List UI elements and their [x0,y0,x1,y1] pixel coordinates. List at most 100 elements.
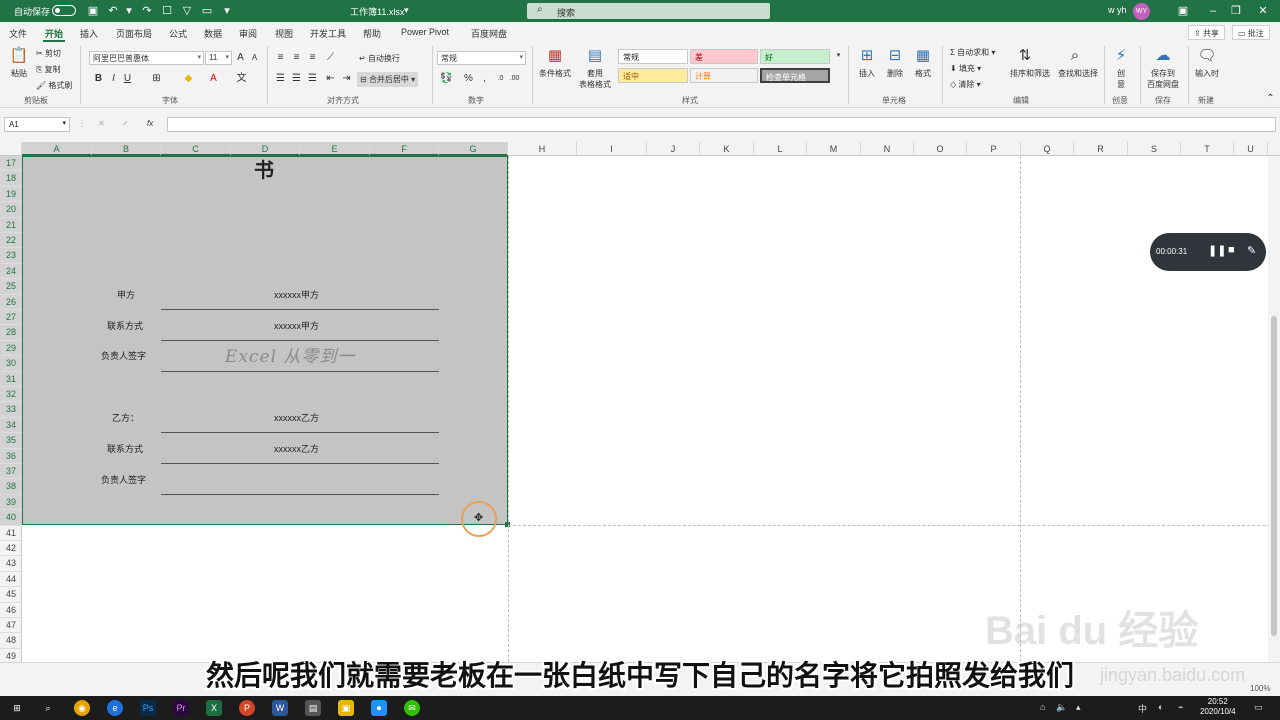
worksheet[interactable]: 书 甲方 xxxxxx甲方 联系方式 xxxxxx甲方 负责人签字 Excel … [22,156,1280,662]
comments-button[interactable]: ▭ 批注 [1232,25,1270,40]
filter-icon[interactable]: ▽ [180,4,194,18]
avatar[interactable]: WY [1133,3,1150,20]
row-header[interactable]: 40 [0,510,22,526]
powerpoint-icon[interactable]: P [239,700,255,716]
column-header[interactable]: S [1128,142,1181,156]
minimize-icon[interactable]: – [1205,3,1221,19]
tab-view[interactable]: 视图 [275,27,293,40]
name-box[interactable]: A1 ▾ [4,117,70,132]
column-header[interactable]: L [754,142,807,156]
scrollbar-thumb[interactable] [1271,316,1277,636]
style-calculation[interactable]: 计算 [690,68,758,83]
increase-indent-icon[interactable]: ⇥ [340,72,353,85]
autosave-toggle[interactable] [52,5,76,16]
system-clock[interactable]: 20:52 2020/10/4 [1200,697,1236,717]
column-header[interactable]: K [700,142,754,156]
underline-icon[interactable]: U [121,72,134,85]
select-all-corner[interactable] [0,142,22,156]
file-explorer-icon[interactable]: ▤ [305,700,321,716]
style-neutral[interactable]: 适中 [618,68,688,83]
column-header[interactable]: F [370,142,439,156]
column-header[interactable]: M [807,142,861,156]
decrease-decimal-icon[interactable]: .00 [508,72,521,85]
customize-qa-icon[interactable]: ▾ [220,4,234,18]
tab-page-layout[interactable]: 页面布局 [116,27,152,40]
pen-icon[interactable]: ✎ [1247,244,1256,257]
wechat-icon[interactable]: ✉ [404,700,420,716]
undo-dropdown-icon[interactable]: ▾ [122,4,136,18]
row-header[interactable]: 17 [0,156,22,172]
italic-icon[interactable]: I [107,72,120,85]
row-header[interactable]: 24 [0,263,22,280]
row-header[interactable]: 41 [0,526,22,541]
search-box[interactable]: ⌕ 搜索 [527,3,770,19]
borders-icon[interactable]: ⊞ [150,72,163,85]
row-header[interactable]: 19 [0,186,22,203]
restore-icon[interactable]: ❐ [1228,3,1244,19]
row-header[interactable]: 30 [0,356,22,372]
row-header[interactable]: 20 [0,202,22,218]
share-button[interactable]: ⇪ 共享 [1188,25,1225,40]
copy-button[interactable]: ⎘ 复制 [36,64,61,75]
align-right-icon[interactable]: ☰ [306,72,319,85]
row-header[interactable]: 33 [0,402,22,418]
row-header[interactable]: 37 [0,464,22,480]
formula-input[interactable] [167,117,1276,132]
row-header[interactable]: 43 [0,556,22,572]
row-header[interactable]: 45 [0,587,22,603]
decrease-indent-icon[interactable]: ⇤ [324,72,337,85]
save-icon[interactable]: ▣ [86,4,100,18]
wrap-text-button[interactable]: ↵ 自动换行 [359,53,400,64]
input-button[interactable]: 🗨 输入时 [1192,46,1222,79]
tab-help[interactable]: 帮助 [363,27,381,40]
percent-icon[interactable]: % [462,72,475,85]
column-header[interactable]: Q [1021,142,1074,156]
font-color-icon[interactable]: A [207,72,220,85]
column-header[interactable]: G [439,142,508,156]
row-header[interactable]: 35 [0,433,22,449]
edge-icon[interactable]: e [107,700,123,716]
tab-power-pivot[interactable]: Power Pivot [401,27,449,37]
sort-filter-button[interactable]: ⇅ 排序和筛选 [1010,46,1050,79]
row-header[interactable]: 18 [0,171,22,187]
orientation-icon[interactable]: ⟋ [324,51,337,64]
notification-icon[interactable]: ▭ [1254,702,1263,713]
tab-home[interactable]: 开始 [42,27,66,42]
delete-cells-button[interactable]: ⊟ 删除 [883,46,907,79]
row-header[interactable]: 44 [0,572,22,588]
word-icon[interactable]: W [272,700,288,716]
row-header[interactable]: 31 [0,371,22,387]
autosum-button[interactable]: Σ 自动求和 ▾ [950,47,995,58]
volume-icon[interactable]: 🔈 [1056,702,1067,713]
column-header[interactable]: U [1234,142,1268,156]
row-header[interactable]: 48 [0,633,22,649]
merge-center-button[interactable]: ⊟ 合并后居中 ▾ [357,72,419,87]
tray-icon[interactable]: ▴ [1076,702,1081,713]
insert-cells-button[interactable]: ⊞ 插入 [855,46,879,79]
recorder-app-icon[interactable]: ⏺ [371,700,387,716]
tab-review[interactable]: 审阅 [239,27,257,40]
row-header[interactable]: 36 [0,448,22,464]
clear-button[interactable]: ◇ 清除 ▾ [950,79,981,90]
title-dropdown-icon[interactable]: ▾ [404,5,409,16]
find-select-button[interactable]: ⌕ 查找和选择 [1058,46,1098,79]
sticky-notes-icon[interactable]: ▣ [338,700,354,716]
drag-handle-icon[interactable]: ⋮ [78,119,86,128]
save-netdisk-button[interactable]: ☁ 保存到 百度网盘 [1144,46,1182,90]
vertical-scrollbar[interactable] [1268,156,1280,662]
grow-font-icon[interactable]: A [234,51,247,64]
enter-icon[interactable]: ✓ [122,119,129,128]
font-size-select[interactable]: 11 ▾ [205,51,232,65]
increase-decimal-icon[interactable]: .0 [494,72,507,85]
search-icon[interactable]: ⌕ [40,700,56,716]
collapse-ribbon-icon[interactable]: ⌃ [1264,92,1277,105]
insert-function-icon[interactable]: fx [147,119,153,128]
close-icon[interactable]: ✕ [1255,3,1271,19]
tab-developer[interactable]: 开发工具 [310,27,346,40]
row-header[interactable]: 29 [0,340,22,357]
style-good[interactable]: 好 [760,49,830,64]
undo-icon[interactable]: ↶ [106,4,120,18]
ribbon-display-icon[interactable]: ▣ [1175,3,1191,19]
row-header[interactable]: 21 [0,217,22,233]
row-header[interactable]: 25 [0,279,22,295]
